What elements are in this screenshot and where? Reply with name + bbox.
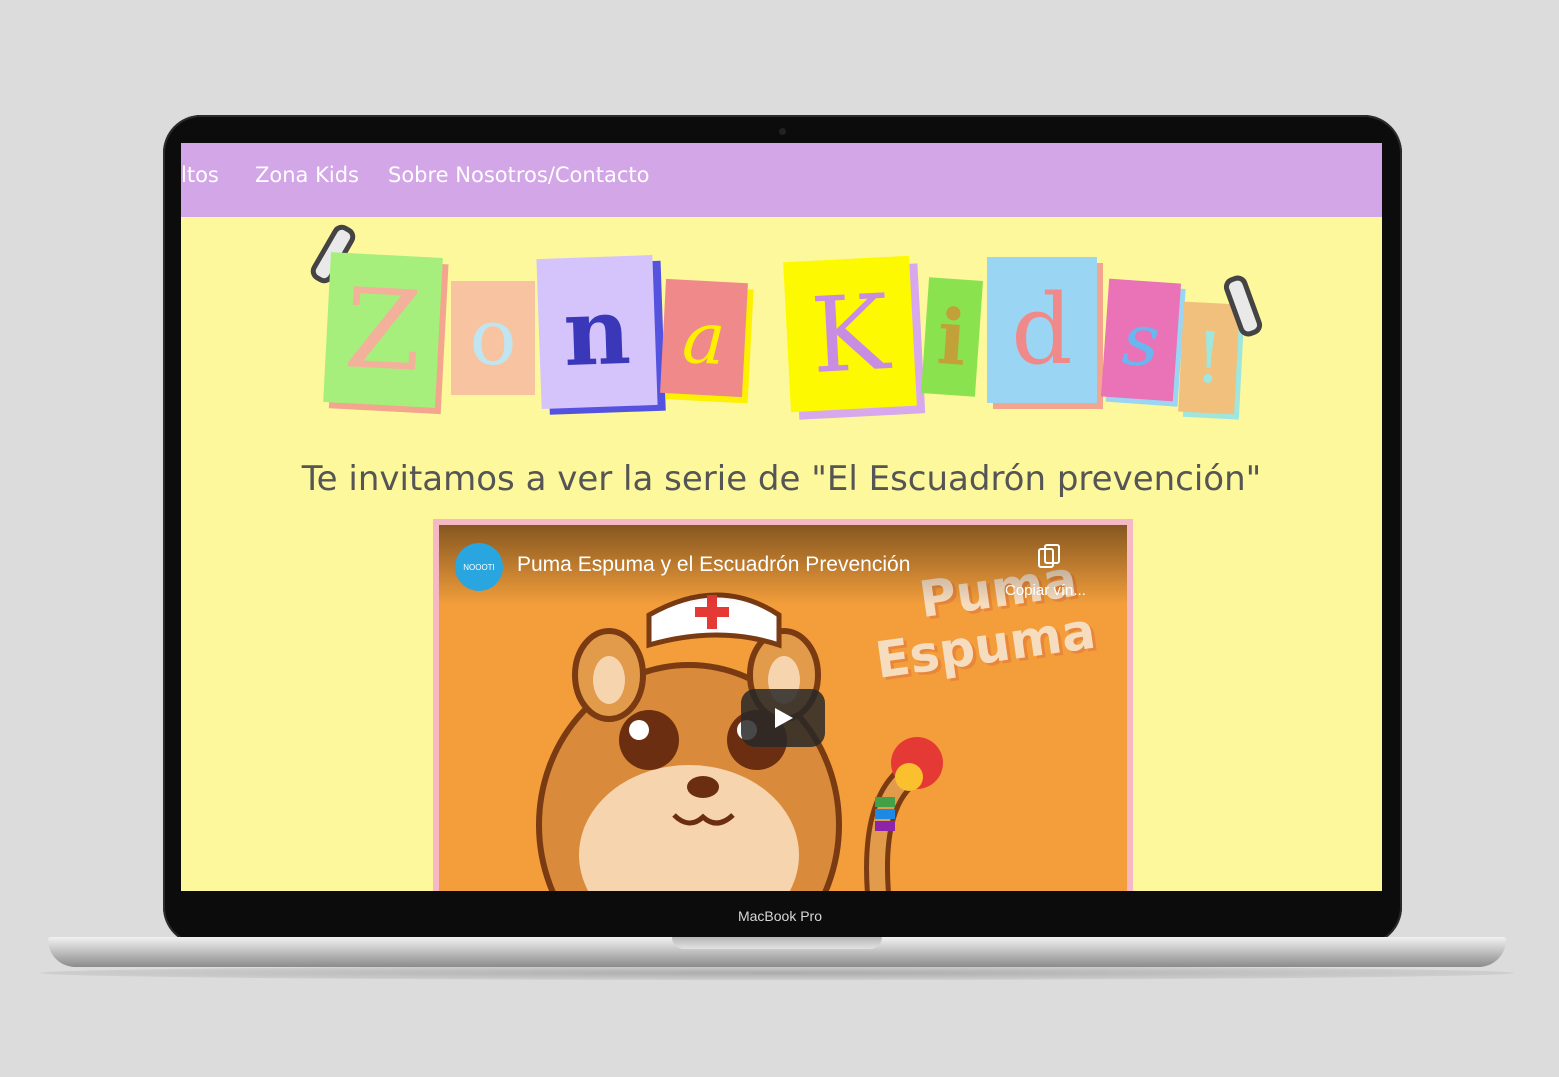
page-heading: Te invitamos a ver la serie de "El Escua… — [301, 459, 1262, 499]
zona-kids-logo: Z o n a K i d s ! — [181, 143, 1382, 443]
video-embed[interactable]: Puma Espuma NOOOTI Puma Espuma y el Escu… — [439, 525, 1127, 891]
logo-letter-tile: i — [921, 277, 983, 397]
device-brand-label: MacBook Pro — [737, 908, 823, 924]
copy-link-icon[interactable] — [1037, 543, 1063, 571]
video-title[interactable]: Puma Espuma y el Escuadrón Prevención — [517, 553, 910, 577]
camera-icon — [779, 128, 786, 135]
play-button[interactable] — [741, 689, 825, 747]
play-icon — [775, 708, 793, 728]
browser-viewport: ltos Zona Kids Sobre Nosotros/Contacto Z… — [181, 143, 1382, 891]
logo-letter-tile: ! — [1178, 301, 1245, 420]
copy-link-label[interactable]: Copiar vín... — [1005, 582, 1086, 599]
channel-avatar[interactable]: NOOOTI — [455, 543, 503, 591]
logo-letter-tile: K — [783, 255, 926, 420]
logo-letter-tile: o — [451, 281, 535, 395]
logo-letter-tile: a — [660, 278, 754, 404]
logo-letter-tile: d — [987, 257, 1103, 409]
channel-badge-text: NOOOTI — [463, 562, 495, 572]
logo-letter-tile: n — [536, 255, 666, 415]
logo-letter-tile: s — [1100, 278, 1186, 407]
logo-letter-tile: Z — [323, 252, 449, 415]
laptop-notch — [672, 937, 882, 949]
laptop-shadow — [40, 966, 1514, 980]
